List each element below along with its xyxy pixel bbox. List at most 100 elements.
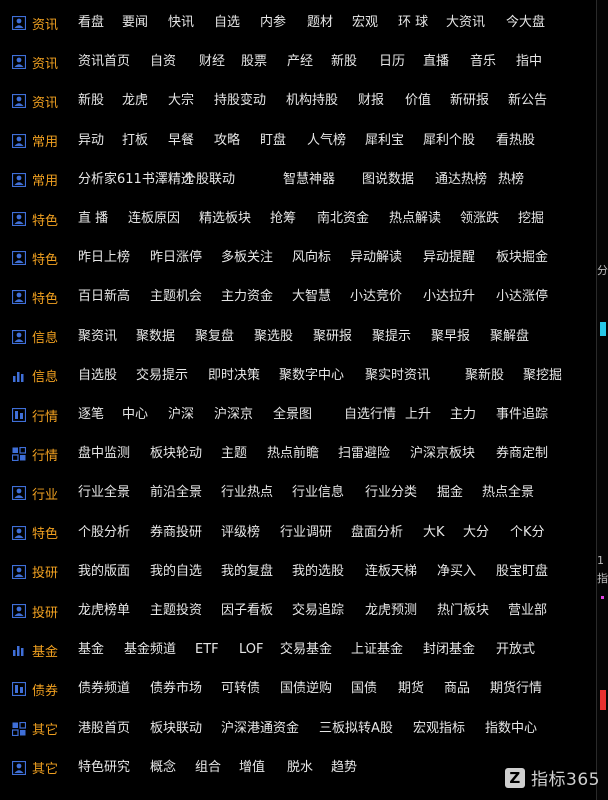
menu-item[interactable]: 图说数据 [362, 165, 414, 195]
category-label[interactable]: 信息 [11, 322, 58, 352]
menu-item[interactable]: 持股变动 [214, 86, 266, 116]
menu-item[interactable]: 攻略 [214, 126, 240, 156]
menu-item[interactable]: 事件追踪 [496, 400, 548, 430]
menu-item[interactable]: 大分 [463, 518, 489, 548]
menu-item[interactable]: 债券市场 [150, 674, 202, 704]
menu-item[interactable]: 南北资金 [317, 204, 369, 234]
menu-item[interactable]: 行业热点 [221, 478, 273, 508]
menu-item[interactable]: 财经 [199, 47, 225, 77]
menu-item[interactable]: 犀利宝 [365, 126, 404, 156]
menu-item[interactable]: 组合 [195, 753, 221, 783]
menu-item[interactable]: 题材 [307, 8, 333, 38]
menu-item[interactable]: 聚复盘 [195, 322, 234, 352]
menu-item[interactable]: 主题机会 [150, 282, 202, 312]
menu-item[interactable]: 上升 [405, 400, 431, 430]
menu-item[interactable]: 板块联动 [150, 714, 202, 744]
menu-item[interactable]: 早餐 [168, 126, 194, 156]
menu-item[interactable]: LOF [239, 635, 264, 665]
menu-item[interactable]: 主题 [221, 439, 247, 469]
menu-item[interactable]: 宏观 [352, 8, 378, 38]
menu-item[interactable]: 指数中心 [485, 714, 537, 744]
menu-item[interactable]: 期货 [398, 674, 424, 704]
menu-item[interactable]: 行业调研 [280, 518, 332, 548]
menu-item[interactable]: 新研报 [450, 86, 489, 116]
menu-item[interactable]: 小达竞价 [350, 282, 402, 312]
menu-item[interactable]: 沪深京板块 [410, 439, 475, 469]
menu-item[interactable]: 聚提示 [372, 322, 411, 352]
category-label[interactable]: 特色 [11, 243, 58, 273]
menu-item[interactable]: 即时决策 [208, 361, 260, 391]
menu-item[interactable]: 热门板块 [437, 596, 489, 626]
menu-item[interactable]: 日历 [379, 47, 405, 77]
menu-item[interactable]: 盯盘 [260, 126, 286, 156]
menu-item[interactable]: 聚解盘 [490, 322, 529, 352]
menu-item[interactable]: 股宝盯盘 [496, 557, 548, 587]
menu-item[interactable]: 智慧神器 [283, 165, 335, 195]
menu-item[interactable]: 自选股 [78, 361, 117, 391]
menu-item[interactable]: 国债 [351, 674, 377, 704]
menu-item[interactable]: 特色研究 [78, 753, 130, 783]
menu-item[interactable]: 我的版面 [78, 557, 130, 587]
menu-item[interactable]: 我的选股 [292, 557, 344, 587]
menu-item[interactable]: 沪深京 [214, 400, 253, 430]
menu-item[interactable]: 主力 [450, 400, 476, 430]
category-label[interactable]: 资讯 [11, 86, 58, 116]
menu-item[interactable]: 全景图 [273, 400, 312, 430]
category-label[interactable]: 行业 [11, 478, 58, 508]
menu-item[interactable]: 趋势 [331, 753, 357, 783]
category-label[interactable]: 投研 [11, 596, 58, 626]
menu-item[interactable]: 今大盘 [506, 8, 545, 38]
category-label[interactable]: 信息 [12, 361, 58, 391]
menu-item[interactable]: 交易基金 [280, 635, 332, 665]
menu-item[interactable]: 风向标 [292, 243, 331, 273]
menu-item[interactable]: 价值 [405, 86, 431, 116]
category-label[interactable]: 其它 [11, 714, 58, 744]
menu-item[interactable]: 连板天梯 [365, 557, 417, 587]
menu-item[interactable]: 犀利个股 [423, 126, 475, 156]
category-label[interactable]: 资讯 [11, 47, 58, 77]
menu-item[interactable]: 三板拟转A股 [319, 714, 393, 744]
menu-item[interactable]: 沪深港通资金 [221, 714, 299, 744]
menu-item[interactable]: 通达热榜 [435, 165, 487, 195]
menu-item[interactable]: 宏观指标 [413, 714, 465, 744]
category-label[interactable]: 特色 [11, 204, 58, 234]
menu-item[interactable]: 净买入 [437, 557, 476, 587]
menu-item[interactable]: 评级榜 [221, 518, 260, 548]
menu-item[interactable]: 小达拉升 [423, 282, 475, 312]
menu-item[interactable]: 环 球 [398, 8, 428, 38]
menu-item[interactable]: 上证基金 [351, 635, 403, 665]
menu-item[interactable]: 可转债 [221, 674, 260, 704]
menu-item[interactable]: 抢筹 [270, 204, 296, 234]
menu-item[interactable]: 股票 [241, 47, 267, 77]
menu-item[interactable]: 热点前瞻 [267, 439, 319, 469]
menu-item[interactable]: 大宗 [168, 86, 194, 116]
menu-item[interactable]: 新股 [78, 86, 104, 116]
menu-item[interactable]: 个股分析 [78, 518, 130, 548]
menu-item[interactable]: 营业部 [508, 596, 547, 626]
menu-item[interactable]: 热点解读 [389, 204, 441, 234]
menu-item[interactable]: 异动解读 [350, 243, 402, 273]
menu-item[interactable]: 个股联动 [183, 165, 235, 195]
menu-item[interactable]: 百日新高 [78, 282, 130, 312]
menu-item[interactable]: 脱水 [287, 753, 313, 783]
menu-item[interactable]: 分析家611书澤精选 [78, 165, 194, 195]
menu-item[interactable]: 资讯首页 [78, 47, 130, 77]
menu-item[interactable]: 快讯 [168, 8, 194, 38]
menu-item[interactable]: 主力资金 [221, 282, 273, 312]
category-label[interactable]: 基金 [12, 635, 58, 665]
menu-item[interactable]: 异动提醒 [423, 243, 475, 273]
menu-item[interactable]: 行业全景 [78, 478, 130, 508]
menu-item[interactable]: 基金频道 [124, 635, 176, 665]
menu-item[interactable]: 扫雷避险 [338, 439, 390, 469]
menu-item[interactable]: 财报 [358, 86, 384, 116]
menu-item[interactable]: 昨日涨停 [150, 243, 202, 273]
menu-item[interactable]: 我的自选 [150, 557, 202, 587]
menu-item[interactable]: 人气榜 [307, 126, 346, 156]
menu-item[interactable]: 机构持股 [286, 86, 338, 116]
menu-item[interactable]: 连板原因 [128, 204, 180, 234]
menu-item[interactable]: 中心 [122, 400, 148, 430]
category-label[interactable]: 投研 [11, 557, 58, 587]
menu-item[interactable]: 聚早报 [431, 322, 470, 352]
menu-item[interactable]: 板块轮动 [150, 439, 202, 469]
menu-item[interactable]: 看热股 [496, 126, 535, 156]
